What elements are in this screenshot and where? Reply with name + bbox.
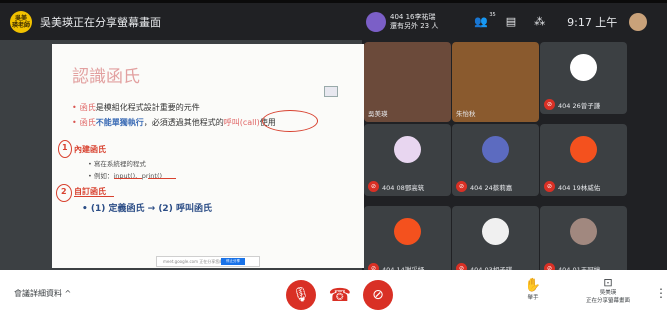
participant-avatar [394, 218, 421, 245]
participant-avatar [570, 54, 597, 81]
ink-underline-print [148, 178, 176, 179]
participant-name: 404 08鄧高筑 [382, 183, 425, 192]
raise-hand-button[interactable]: ✋ 舉手 [518, 278, 548, 301]
presentation-slide: 認識函氏 • 函氏是模組化程式設計重要的元件 • 函氏不能單獨執行，必須透過其他程式… [52, 44, 364, 268]
participant-grid: 吳美瑛 朱怡秋 ⊘ 404 26曾子謙 ⊘ 404 08鄧高筑 ⊘ 404 24蔡莉嘉 ⊘ 404… [362, 40, 667, 278]
participant-tile[interactable]: ⊘ 404 26曾子謙 [540, 42, 627, 114]
participant-name: 404 19林威佑 [558, 183, 601, 192]
mic-muted-icon: ⊘ [368, 181, 379, 192]
bottom-toolbar: 會議詳細資料 ^ 🎙 ☎ ⊘ ✋ 舉手 ⊡ 吳美瑛 正在分享螢幕畫面 ⋮ [0, 270, 667, 316]
meeting-details-button[interactable]: 會議詳細資料 ^ [14, 288, 71, 299]
mic-muted-icon: ⊘ [544, 99, 555, 110]
ink-underline-custom [74, 196, 114, 197]
participant-label: ⊘ 404 24蔡莉嘉 [456, 181, 512, 192]
presenter-info[interactable]: 404 16李祐瑞 還有另外 23 人 [390, 13, 456, 31]
people-icon[interactable]: 👥 35 [474, 12, 496, 28]
shared-screen: 認識函氏 • 函氏是模組化程式設計重要的元件 • 函氏不能單獨執行，必須透過其他程式… [0, 40, 364, 270]
participant-label: ⊘ 404 08鄧高筑 [368, 181, 424, 192]
mic-off-icon: 🎙 [292, 287, 310, 303]
bullet-2-keyword: 函氏 [79, 118, 96, 127]
more-options-icon[interactable]: ⋮ [655, 286, 667, 300]
screen-share-notice: meet.google.com 正在分享您的畫面。 停止分享 [156, 256, 260, 267]
mic-off-button[interactable]: 🎙 [286, 280, 316, 310]
sub-2-prefix: 例如 [93, 172, 107, 180]
meeting-top-bar: 404 16李祐瑞 還有另外 23 人 👥 35 ▤ ⁂ 9:17 上午 [362, 3, 667, 40]
participant-label: ⊘ 404 26曾子謙 [544, 99, 600, 110]
participant-tile[interactable]: ⊘ 404 24蔡莉嘉 [452, 124, 539, 196]
clock: 9:17 上午 [567, 15, 618, 29]
leave-call-button[interactable]: ☎ [325, 280, 355, 310]
slide-bullet-1: • 函氏是模組化程式設計重要的元件 [72, 103, 200, 112]
bullet-1-text: 是模組化程式設計重要的元件 [95, 103, 200, 112]
bullet-2-emphasis: 不能單獨執行 [95, 118, 144, 127]
participant-tile[interactable]: 吳美瑛 [364, 42, 451, 122]
participant-tile[interactable]: ⊘404 01王冠婷 [540, 206, 627, 278]
slide-bullet-2: • 函氏不能單獨執行，必須透過其他程式的呼叫(call)使用 [72, 118, 276, 127]
participant-name: 朱怡秋 [456, 110, 476, 118]
sharing-title: 吳美瑛正在分享螢幕畫面 [40, 15, 161, 29]
sharer-avatar: 吳美 瑛老師 [10, 10, 32, 33]
ink-underline-input [114, 178, 142, 179]
participant-avatar [482, 218, 509, 245]
sharing-banner: 吳美 瑛老師 吳美瑛正在分享螢幕畫面 [0, 3, 362, 40]
hand-icon: ✋ [524, 278, 542, 293]
participant-label: ⊘ 404 19林威佑 [544, 181, 600, 192]
participant-avatar [570, 218, 597, 245]
bullet-2-call: 呼叫(call) [223, 118, 260, 127]
participant-name: 404 26曾子謙 [558, 101, 601, 110]
presenter-label-2: 正在分享螢幕畫面 [585, 298, 630, 304]
participant-avatar [570, 136, 597, 163]
present-screen-icon: ⊡ [603, 276, 613, 289]
participant-tile[interactable]: ⊘404 03胡子琪 [452, 206, 539, 278]
mic-muted-icon: ⊘ [456, 181, 467, 192]
presenter-name: 404 16李祐瑞 [390, 12, 436, 21]
define-call-text: (1) 定義函氏 → (2) 呼叫函氏 [90, 204, 212, 214]
ink-number-2: 2 [61, 187, 67, 196]
sub-bullet-1: • 寫在系統裡的程式 [88, 160, 146, 168]
chat-icon[interactable]: ▤ [506, 15, 516, 28]
participant-label: 朱怡秋 [456, 108, 476, 118]
slide-thumbnail-icon [324, 86, 338, 97]
slide-title: 認識函氏 [72, 67, 140, 87]
hangup-icon: ☎ [328, 284, 352, 306]
presenter-avatar [366, 11, 386, 32]
stop-sharing-button[interactable]: 停止分享 [221, 258, 245, 265]
presentation-button[interactable]: ⊡ 吳美瑛 正在分享螢幕畫面 [578, 276, 638, 305]
raise-hand-label: 舉手 [527, 295, 539, 301]
participant-tile[interactable]: ⊘ 404 19林威佑 [540, 124, 627, 196]
participant-tile[interactable]: ⊘404 14謝采妤 [364, 206, 451, 278]
camera-off-icon: ⊘ [372, 287, 384, 303]
participant-name: 吳美瑛 [368, 110, 388, 118]
ink-number-1: 1 [62, 143, 68, 152]
activities-icon[interactable]: ⁂ [534, 15, 545, 28]
ink-circle-call [262, 110, 318, 132]
account-avatar[interactable] [629, 12, 648, 31]
bullet-2-text: ，必須透過其他程式的 [143, 118, 224, 127]
participant-avatar [482, 136, 509, 163]
others-count: 還有另外 23 人 [390, 21, 439, 30]
participant-tile[interactable]: 朱怡秋 [452, 42, 539, 122]
define-call-line: • (1) 定義函氏 → (2) 呼叫函氏 [82, 204, 212, 214]
bullet-1-keyword: 函氏 [79, 103, 96, 112]
participant-avatar [394, 136, 421, 163]
participant-name: 404 24蔡莉嘉 [470, 183, 513, 192]
presenter-label-1: 吳美瑛 [599, 290, 617, 296]
section-builtin: 內建函氏 [74, 145, 106, 154]
participant-tile[interactable]: ⊘ 404 08鄧高筑 [364, 124, 451, 196]
mic-muted-icon: ⊘ [544, 181, 555, 192]
camera-off-button[interactable]: ⊘ [363, 280, 393, 310]
people-count: 35 [489, 12, 496, 18]
participant-label: 吳美瑛 [368, 108, 388, 118]
sub-1-text: 寫在系統裡的程式 [93, 160, 146, 168]
